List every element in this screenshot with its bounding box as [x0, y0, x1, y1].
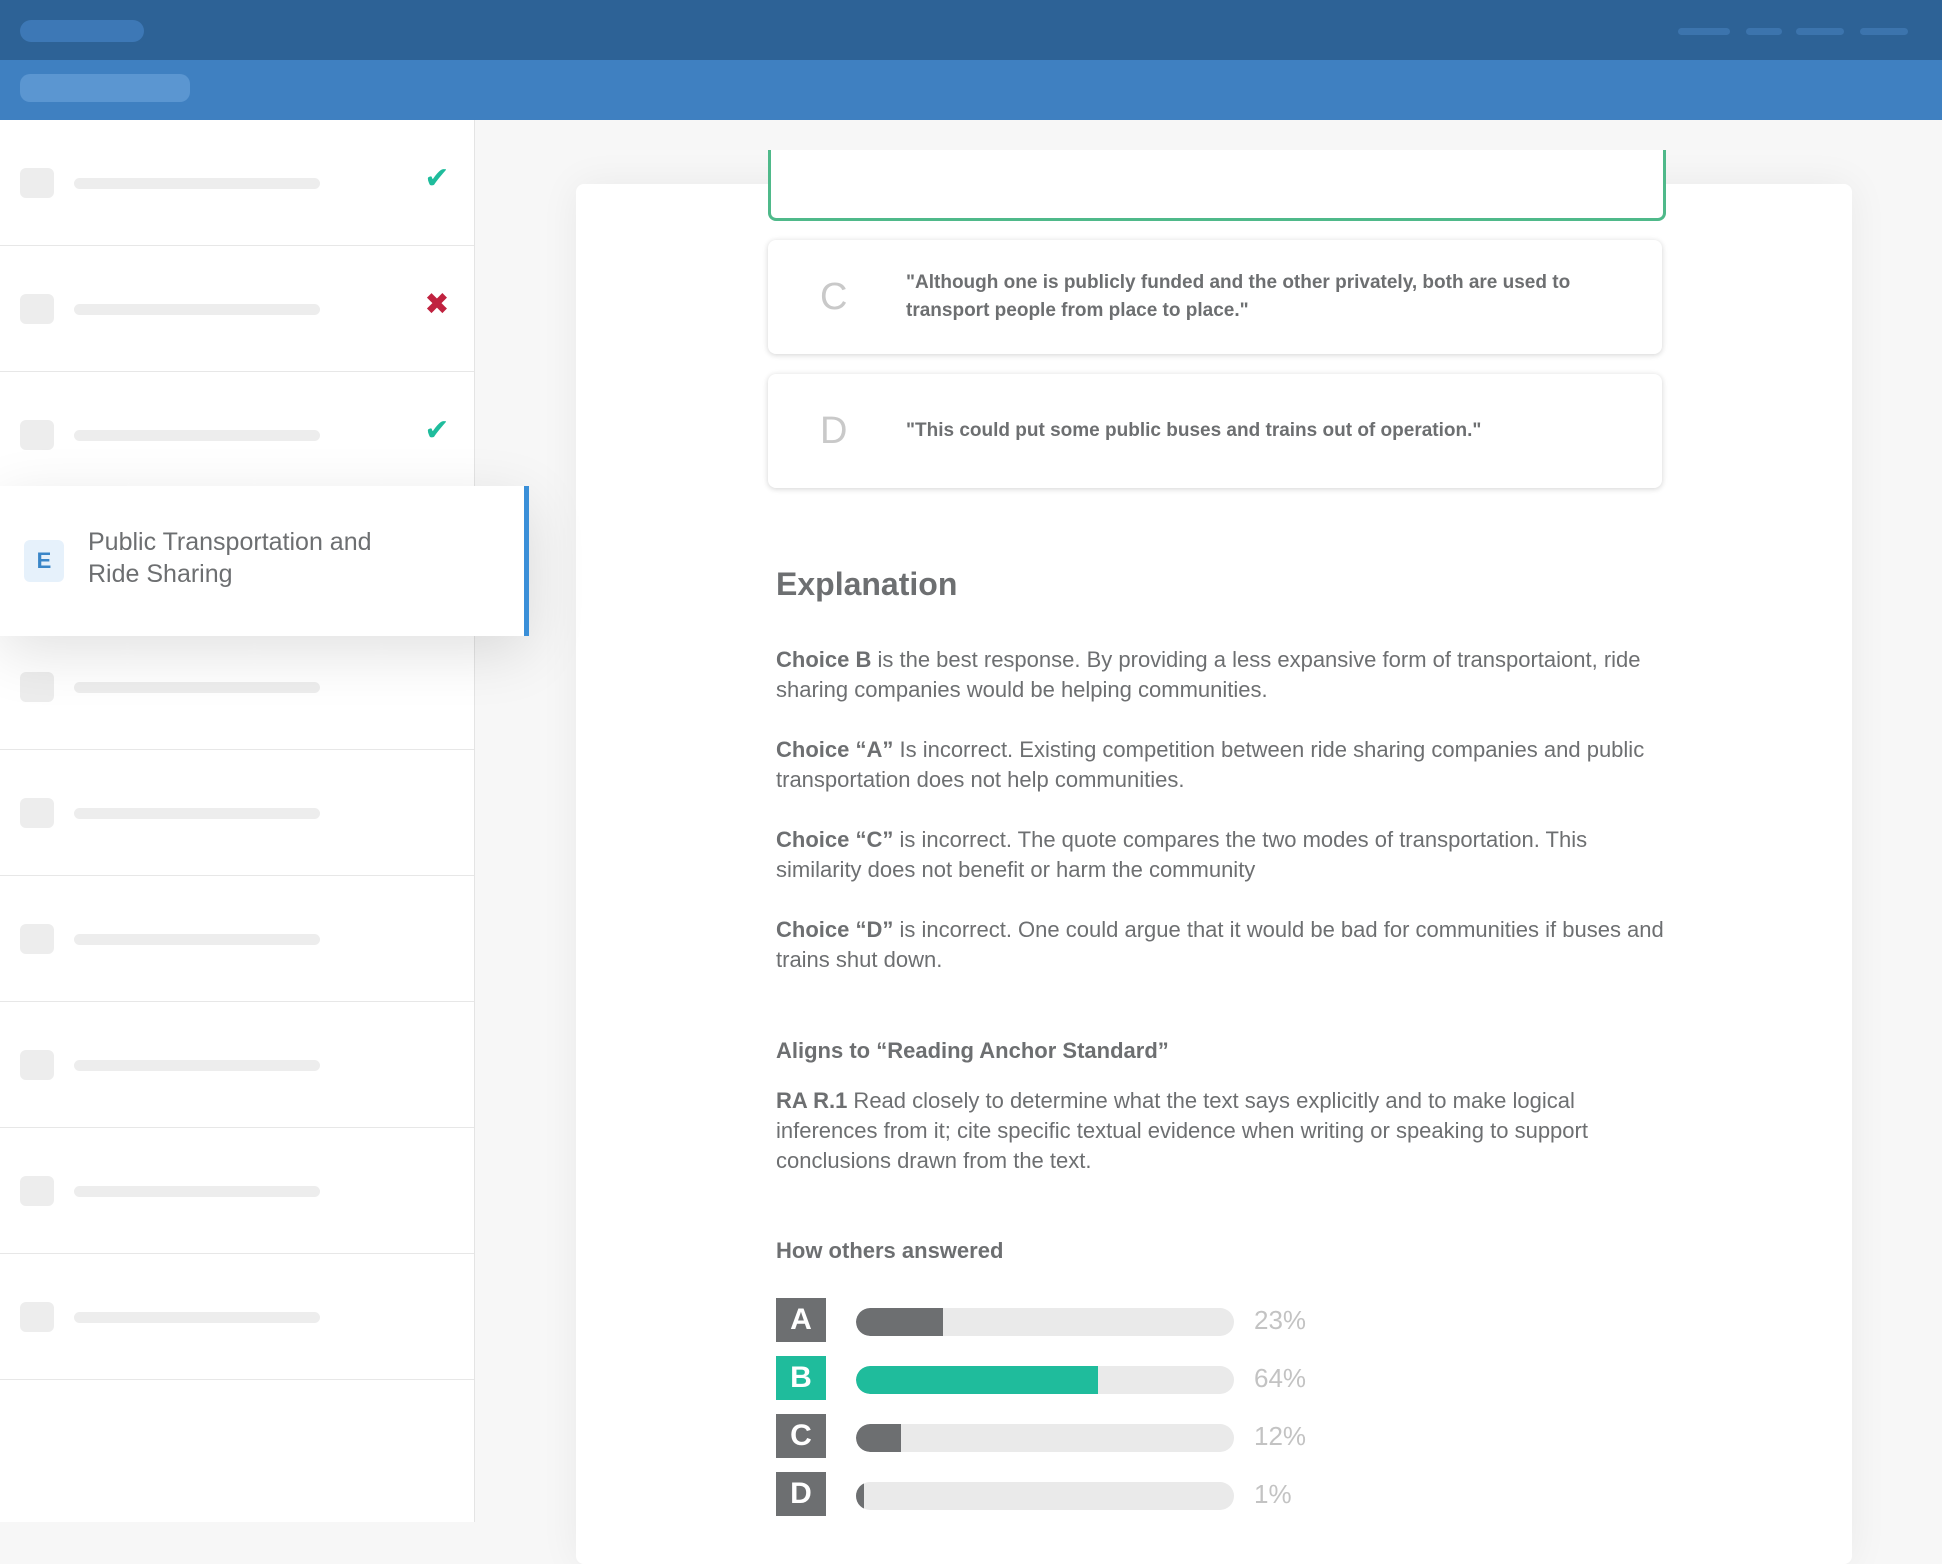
nav-link-placeholder[interactable] [1746, 28, 1782, 35]
item-badge-placeholder [20, 798, 54, 828]
explanation-item: Choice “C” is incorrect. The quote compa… [776, 825, 1676, 885]
answer-choice-d[interactable]: D "This could put some public buses and … [768, 374, 1662, 488]
standard-heading: Aligns to “Reading Anchor Standard” [776, 1038, 1169, 1063]
nav-link-placeholder[interactable] [1796, 28, 1844, 35]
sidebar-item-title: Public Transportation and Ride Sharing [88, 528, 372, 588]
explanation-text: is incorrect. One could argue that it wo… [776, 917, 1664, 972]
sidebar-item[interactable] [0, 1002, 474, 1128]
item-badge-placeholder [20, 420, 54, 450]
choice-text: "This could put some public buses and tr… [906, 420, 1482, 441]
explanation-text: is incorrect. The quote compares the two… [776, 827, 1588, 882]
others-heading: How others answered [776, 1238, 1004, 1263]
answer-letter-badge: B [776, 1356, 826, 1400]
explanation-item: Choice B is the best response. By provid… [776, 645, 1676, 705]
item-title-placeholder [74, 682, 320, 693]
sidebar-item[interactable] [0, 624, 474, 750]
sidebar-item[interactable] [0, 1254, 474, 1380]
item-badge-placeholder [20, 672, 54, 702]
item-badge-placeholder [20, 294, 54, 324]
answer-stat-row: C 12% [776, 1414, 1336, 1458]
logo-placeholder[interactable] [20, 20, 144, 42]
explanation-lead: Choice “C” [776, 827, 894, 852]
percent-bar-fill [856, 1424, 902, 1452]
answer-choice-b-selected[interactable] [768, 150, 1666, 221]
percent-bar-fill [856, 1366, 1098, 1394]
percent-bar-track [856, 1424, 1234, 1452]
answer-letter-badge: D [776, 1472, 826, 1516]
explanation-item: Choice “D” is incorrect. One could argue… [776, 915, 1676, 975]
top-bar [0, 0, 1942, 60]
explanation-lead: Choice “A” [776, 737, 894, 762]
sidebar-item-active[interactable]: E Public Transportation and Ride Sharing [0, 486, 529, 636]
choice-text: "Although one is publicly funded and the… [906, 272, 1571, 321]
choice-letter: C [820, 276, 848, 318]
explanation-heading: Explanation [776, 566, 958, 602]
sidebar-item[interactable]: ✖ [0, 246, 474, 372]
nav-link-placeholder[interactable] [1860, 28, 1908, 35]
question-sidebar: ✔ ✖ ✔ [0, 120, 475, 1522]
item-title-placeholder [74, 304, 320, 315]
answer-letter-badge: C [776, 1414, 826, 1458]
percent-label: 64% [1254, 1363, 1307, 1393]
item-badge-placeholder [20, 168, 54, 198]
answer-stat-row: D 1% [776, 1472, 1336, 1516]
explanation-text: Is incorrect. Existing competition betwe… [776, 737, 1645, 792]
percent-bar-fill [856, 1482, 864, 1510]
item-title-placeholder [74, 1186, 320, 1197]
item-title-placeholder [74, 934, 320, 945]
checkmark-icon: ✔ [424, 162, 450, 195]
item-badge-placeholder [20, 924, 54, 954]
standard-code: RA R.1 [776, 1088, 848, 1113]
item-title-placeholder [74, 808, 320, 819]
answer-choice-c[interactable]: C "Although one is publicly funded and t… [768, 240, 1662, 354]
standard-text: Read closely to determine what the text … [776, 1088, 1588, 1173]
sidebar-item[interactable]: ✔ [0, 372, 474, 498]
percent-label: 23% [1254, 1305, 1307, 1335]
sidebar-item[interactable] [0, 876, 474, 1002]
item-title-placeholder [74, 178, 320, 189]
explanation-lead: Choice “D” [776, 917, 894, 942]
answer-stat-row: A 23% [776, 1298, 1336, 1342]
standard-description: RA R.1 Read closely to determine what th… [776, 1086, 1676, 1176]
item-title-placeholder [74, 1312, 320, 1323]
nav-link-placeholder[interactable] [1678, 28, 1730, 35]
item-badge-placeholder [20, 1302, 54, 1332]
question-letter-badge: E [24, 540, 64, 582]
breadcrumb-placeholder[interactable] [20, 74, 190, 102]
sidebar-item[interactable] [0, 1128, 474, 1254]
answer-letter-badge: A [776, 1298, 826, 1342]
explanation-item: Choice “A” Is incorrect. Existing compet… [776, 735, 1676, 795]
sidebar-item[interactable]: ✔ [0, 120, 474, 246]
percent-bar-track [856, 1366, 1234, 1394]
x-mark-icon: ✖ [424, 288, 450, 321]
sub-bar [0, 60, 1942, 120]
percent-label: 12% [1254, 1421, 1307, 1451]
percent-bar-track [856, 1482, 1234, 1510]
explanation-lead: Choice B [776, 647, 872, 672]
percent-bar-track [856, 1308, 1234, 1336]
percent-label: 1% [1254, 1479, 1292, 1509]
percent-bar-fill [856, 1308, 943, 1336]
choice-letter: D [820, 410, 848, 452]
item-badge-placeholder [20, 1050, 54, 1080]
explanation-text: is the best response. By providing a les… [776, 647, 1641, 702]
item-title-placeholder [74, 430, 320, 441]
sidebar-item[interactable] [0, 750, 474, 876]
item-badge-placeholder [20, 1176, 54, 1206]
item-title-placeholder [74, 1060, 320, 1071]
checkmark-icon: ✔ [424, 414, 450, 447]
answer-stat-row: B 64% [776, 1356, 1336, 1400]
